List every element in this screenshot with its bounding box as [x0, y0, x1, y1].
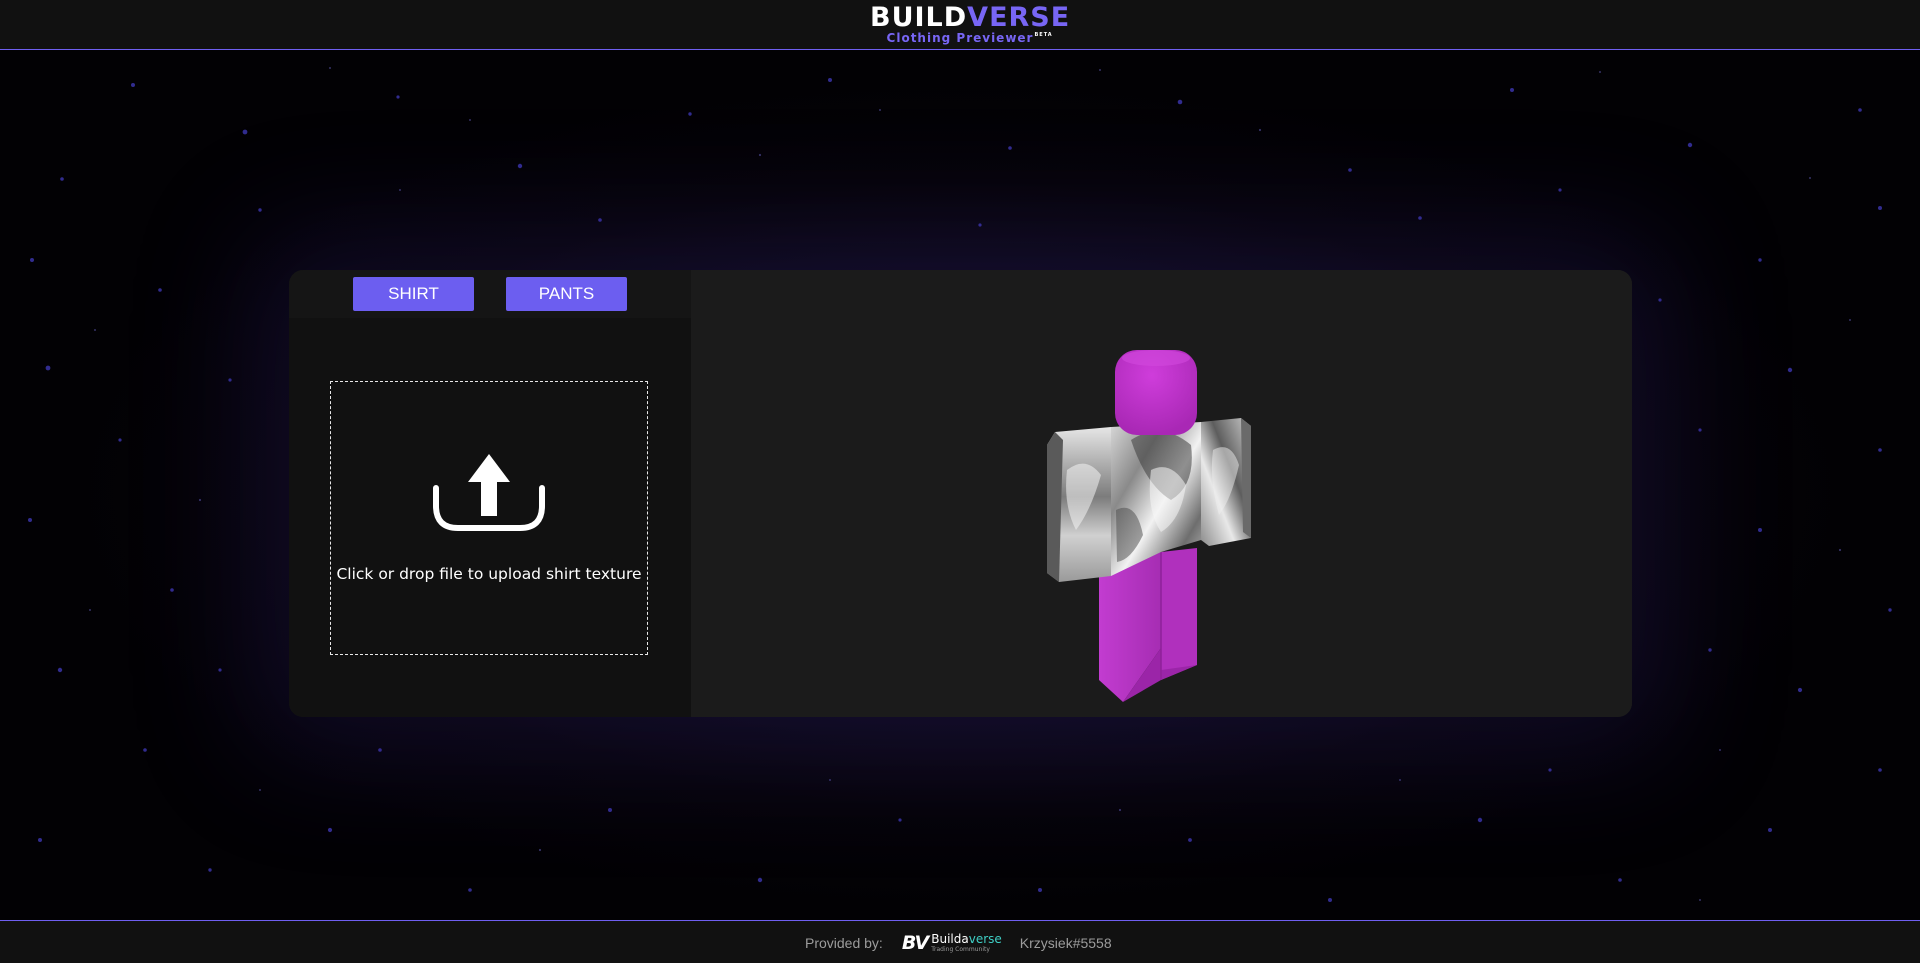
logo-wordmark: BUILDVERSE: [870, 2, 1069, 33]
top-header: BUILDVERSE Clothing Previewer BETA: [0, 0, 1920, 50]
bv-name: Buildaverse: [931, 933, 1002, 946]
upload-instructions: Click or drop file to upload shirt textu…: [336, 565, 642, 583]
footer-credits: Provided by: BV Buildaverse Trading Comm…: [805, 931, 1112, 955]
upload-icon: [433, 454, 545, 531]
bv-tagline: Trading Community: [931, 946, 990, 953]
avatar-model: [1047, 350, 1251, 702]
logo-part-verse: VERSE: [967, 2, 1071, 33]
previewer-panel: SHIRT PANTS Click or drop file to upload…: [289, 270, 1632, 717]
bv-wordmark: Buildaverse Trading Community: [931, 933, 1002, 954]
texture-upload-column: SHIRT PANTS Click or drop file to upload…: [289, 270, 691, 717]
bv-name-part1: Builda: [931, 932, 969, 946]
author-handle: Krzysiek#5558: [1019, 935, 1112, 951]
logo-subtitle: Clothing Previewer BETA: [870, 31, 1053, 45]
bv-name-part2: verse: [968, 932, 1002, 946]
avatar-left-arm: [1047, 427, 1111, 582]
page: BUILDVERSE Clothing Previewer BETA SHIRT …: [0, 0, 1920, 963]
logo-part-build: BUILD: [870, 2, 968, 33]
buildaverse-logo[interactable]: BUILDVERSE Clothing Previewer BETA: [870, 2, 1069, 45]
bv-mark-icon: BV: [901, 932, 929, 954]
provided-by-label: Provided by:: [805, 935, 883, 951]
avatar-right-arm: [1201, 418, 1251, 546]
file-dropzone[interactable]: Click or drop file to upload shirt textu…: [330, 381, 648, 655]
tab-shirt[interactable]: SHIRT: [353, 277, 474, 311]
tab-pants[interactable]: PANTS: [506, 277, 627, 311]
3d-avatar-viewer[interactable]: [691, 270, 1632, 717]
beta-badge: BETA: [1034, 32, 1053, 38]
buildaverse-provider-logo[interactable]: BV Buildaverse Trading Community: [902, 932, 1002, 954]
avatar-head: [1115, 350, 1197, 435]
logo-subtitle-text: Clothing Previewer: [886, 31, 1034, 45]
clothing-type-tabs: SHIRT PANTS: [289, 270, 691, 318]
footer: Provided by: BV Buildaverse Trading Comm…: [0, 920, 1920, 963]
